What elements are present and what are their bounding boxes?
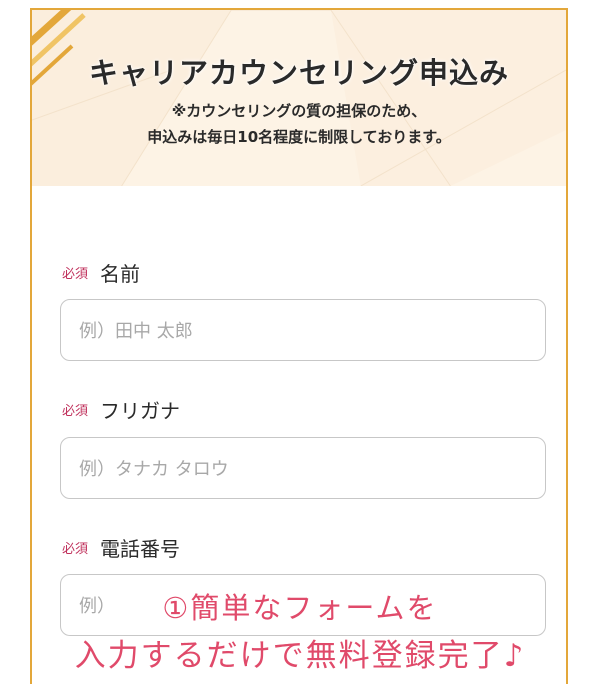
form-header: キャリアカウンセリング申込み ※カウンセリングの質の担保のため、 申込みは毎日1… [32, 10, 566, 186]
form-title: キャリアカウンセリング申込み [88, 56, 509, 90]
form-card: キャリアカウンセリング申込み ※カウンセリングの質の担保のため、 申込みは毎日1… [30, 8, 568, 684]
furigana-field-label: 必須 フリガナ [62, 395, 180, 424]
form-note-line2: 申込みは毎日10名程度に制限しております。 [147, 128, 451, 146]
name-label: 名前 [100, 262, 141, 286]
name-field-label: 必須 名前 [62, 258, 140, 287]
phone-label: 電話番号 [100, 537, 181, 561]
form-note-line1: ※カウンセリングの質の担保のため、 [171, 102, 427, 120]
header-facet-pattern [32, 10, 566, 186]
required-badge: 必須 [62, 404, 89, 419]
required-badge: 必須 [62, 542, 89, 557]
furigana-label: フリガナ [100, 399, 181, 423]
name-input-placeholder: 例）田中 太郎 [79, 321, 193, 342]
furigana-input[interactable]: 例）タナカ タロウ [60, 437, 546, 499]
overlay-caption-line2: 入力するだけで無料登録完了♪ [74, 638, 526, 674]
furigana-input-placeholder: 例）タナカ タロウ [79, 459, 229, 480]
overlay-caption-line1: ①簡単なフォームを [162, 591, 438, 625]
phone-field-label: 必須 電話番号 [62, 533, 180, 562]
name-input[interactable]: 例）田中 太郎 [60, 299, 546, 361]
required-badge: 必須 [62, 267, 89, 282]
